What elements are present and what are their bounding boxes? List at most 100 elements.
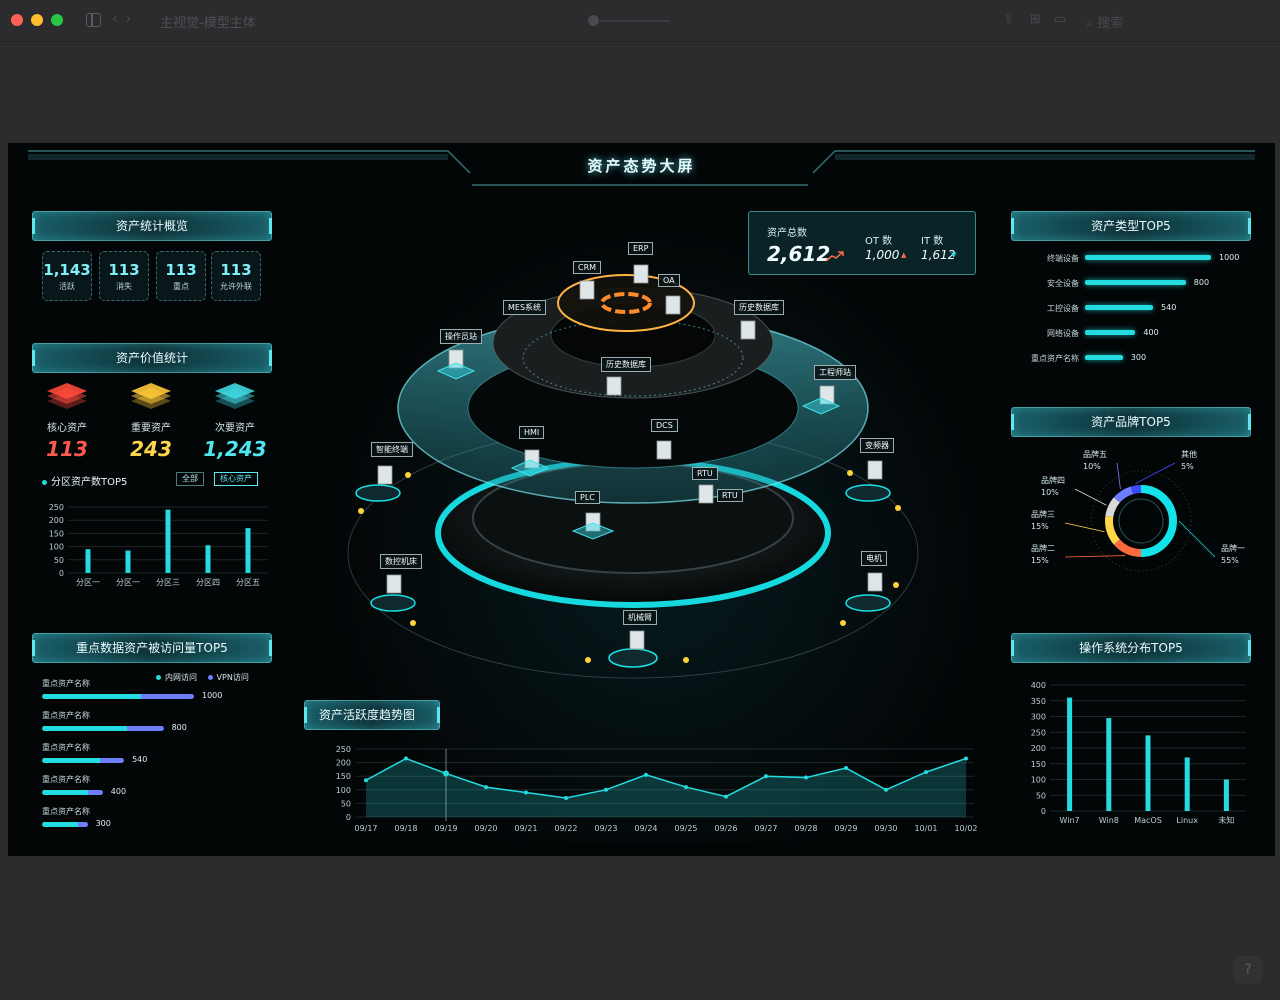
asset-type-value: 400 xyxy=(1143,328,1159,337)
access-top5-header: 重点数据资产被访问量TOP5 xyxy=(32,633,272,663)
x-tick-label: 09/29 xyxy=(834,824,857,833)
node-dcs[interactable]: DCS xyxy=(651,419,678,432)
x-tick-label: 09/18 xyxy=(394,824,417,833)
window-icon[interactable]: ▭ xyxy=(1054,12,1066,27)
asset-value-header: 资产价值统计 xyxy=(32,343,272,373)
value-important: 重要资产 243 xyxy=(116,381,186,461)
zoom-slider[interactable] xyxy=(588,15,672,27)
donut-slice-percent: 15% xyxy=(1031,556,1049,565)
bar xyxy=(1223,779,1229,811)
trend-point xyxy=(804,775,808,780)
help-button[interactable]: ? xyxy=(1234,956,1262,984)
y-tick-label: 250 xyxy=(336,745,351,754)
bar xyxy=(1106,718,1112,811)
vpn-bar xyxy=(127,726,164,731)
nav-arrows-icon[interactable]: ‹› xyxy=(112,11,139,27)
x-tick-label: 分区三 xyxy=(156,578,180,587)
node-operator[interactable]: 操作员站 xyxy=(440,329,482,344)
search-icon: ⌕ xyxy=(1086,16,1094,31)
trend-point xyxy=(564,795,568,800)
vpn-bar xyxy=(87,790,103,795)
y-tick-label: 100 xyxy=(336,786,351,795)
x-tick-label: 分区五 xyxy=(236,578,260,587)
donut-slice xyxy=(1130,485,1142,495)
total-label: 资产总数 xyxy=(767,228,807,239)
x-tick-label: 分区一 xyxy=(76,578,100,587)
node-oa[interactable]: OA xyxy=(658,274,680,287)
y-tick-label: 100 xyxy=(1031,776,1046,785)
intranet-bar xyxy=(42,694,141,699)
grid-icon[interactable]: ⊞ xyxy=(1030,12,1041,27)
node-engineer[interactable]: 工程师站 xyxy=(814,365,856,380)
node-history-mid[interactable]: 历史数据库 xyxy=(601,357,651,372)
node-smart-terminal[interactable]: 智能终端 xyxy=(371,442,413,457)
donut-slice-name: 品牌四 xyxy=(1041,475,1065,485)
node-robot-arm[interactable]: 机械臂 xyxy=(623,610,657,625)
x-tick-label: 分区一 xyxy=(116,578,140,587)
bar xyxy=(205,545,211,573)
donut-leader-line xyxy=(1064,555,1126,558)
filter-all-button[interactable]: 全部 xyxy=(176,472,204,486)
trend-up-icon xyxy=(825,251,844,262)
trend-point xyxy=(764,774,768,779)
y-tick-label: 150 xyxy=(336,772,351,781)
sidebar-toggle-icon[interactable] xyxy=(86,13,101,27)
donut-leader-line xyxy=(1074,488,1107,506)
zone-chart-title: 分区资产数TOP5 xyxy=(42,473,127,488)
trend-point xyxy=(724,794,728,799)
node-hmi[interactable]: HMI xyxy=(519,426,545,439)
y-tick-label: 200 xyxy=(49,516,64,525)
secondary-asset-icon xyxy=(215,383,255,409)
donut-slice-name: 品牌二 xyxy=(1031,543,1055,553)
asset-type-bar xyxy=(1085,280,1186,285)
bar xyxy=(125,550,131,573)
asset-type-bar xyxy=(1085,355,1123,360)
x-tick-label: 09/21 xyxy=(514,824,537,833)
zone-title-dot xyxy=(42,479,47,485)
node-history-top[interactable]: 历史数据库 xyxy=(734,300,784,315)
donut-leader-line xyxy=(1135,462,1176,484)
asset-type-label: 安全设备 xyxy=(1047,279,1079,288)
trend-point xyxy=(404,756,408,761)
node-motor[interactable]: 电机 xyxy=(861,551,887,566)
x-tick-label: 09/19 xyxy=(434,824,457,833)
stat-key: 113 重点 xyxy=(156,251,206,301)
node-cnc[interactable]: 数控机床 xyxy=(380,554,422,569)
x-tick-label: 09/26 xyxy=(714,824,737,833)
node-crm[interactable]: CRM xyxy=(573,261,602,274)
brand-header: 资产品牌TOP5 xyxy=(1011,407,1251,437)
trend-point xyxy=(844,766,848,771)
x-tick-label: 09/22 xyxy=(554,824,577,833)
node-rtu-1[interactable]: RTU xyxy=(692,467,718,480)
share-icon[interactable]: ⇪ xyxy=(1003,12,1014,27)
node-erp[interactable]: ERP xyxy=(628,242,654,255)
node-mes[interactable]: MES系统 xyxy=(503,300,547,315)
trend-point xyxy=(924,770,928,775)
minimize-window-button[interactable] xyxy=(31,14,43,26)
asset-type-header: 资产类型TOP5 xyxy=(1011,211,1251,241)
donut-slice-name: 品牌三 xyxy=(1031,509,1055,519)
value-secondary: 次要资产 1,243 xyxy=(200,381,270,461)
y-tick-label: 400 xyxy=(1031,681,1046,690)
ot-value: 1,000 xyxy=(865,248,900,262)
y-tick-label: 200 xyxy=(1031,744,1046,753)
donut-leader-line xyxy=(1178,520,1216,558)
node-plc[interactable]: PLC xyxy=(575,491,600,504)
vpn-bar xyxy=(99,758,125,763)
close-window-button[interactable] xyxy=(11,14,23,26)
asset-type-bar xyxy=(1085,305,1154,310)
x-tick-label: Win8 xyxy=(1099,816,1119,825)
dashboard-title: 资产态势大屏 xyxy=(587,157,696,175)
stat-active: 1,143 活跃 xyxy=(42,251,92,301)
node-inverter[interactable]: 变频器 xyxy=(860,438,894,453)
important-asset-icon xyxy=(131,383,171,409)
stat-gone: 113 消失 xyxy=(99,251,149,301)
filter-core-button[interactable]: 核心资产 xyxy=(214,472,258,486)
intranet-legend-dot xyxy=(156,675,161,680)
search-field[interactable]: ⌕ 搜索 xyxy=(1086,12,1123,31)
node-rtu-2[interactable]: RTU xyxy=(717,489,743,502)
maximize-window-button[interactable] xyxy=(51,14,63,26)
x-tick-label: 分区四 xyxy=(196,578,220,587)
access-row-value: 400 xyxy=(110,787,127,796)
vpn-bar xyxy=(78,822,88,827)
